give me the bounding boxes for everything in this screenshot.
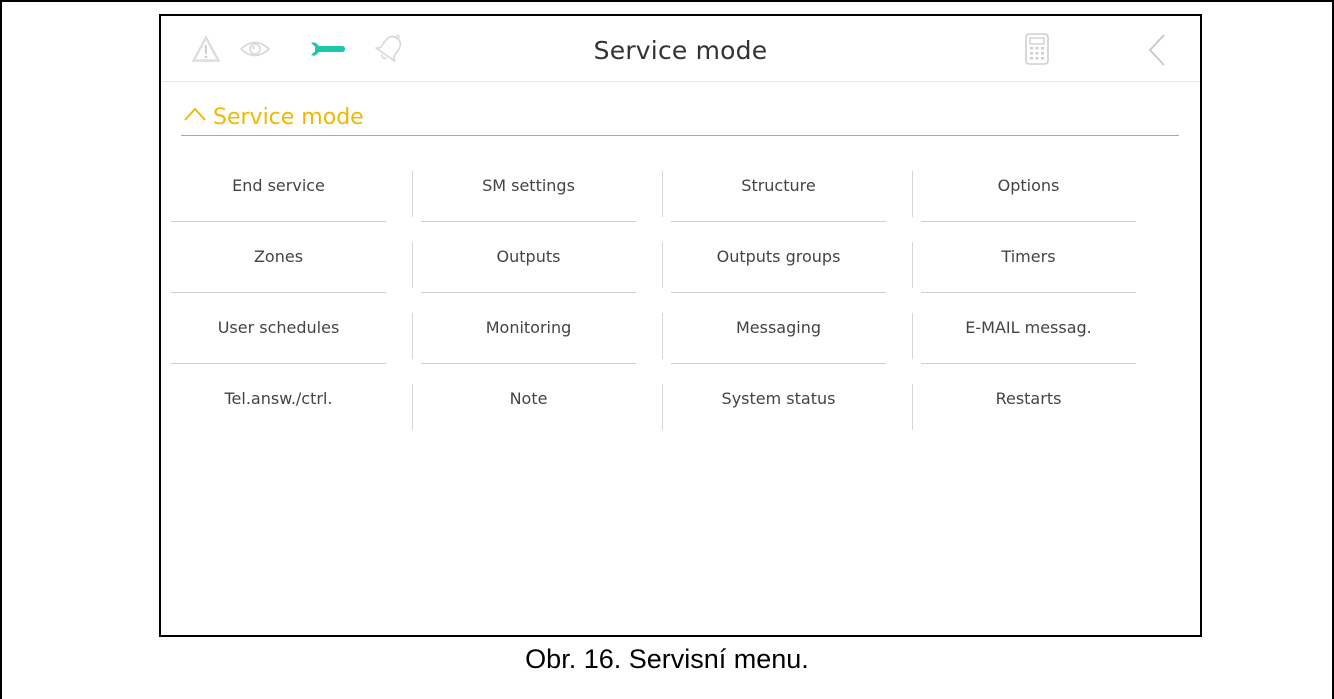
menu-item[interactable]: Options [921,150,1136,221]
chevron-up-icon [184,107,206,121]
menu-item[interactable]: Note [421,363,636,434]
column-divider [662,313,663,359]
menu-item-label: Messaging [735,318,822,337]
menu-item-label: End service [232,176,325,195]
top-bar: Service mode [161,16,1200,82]
menu-item[interactable]: Outputs [421,221,636,292]
column-divider [912,171,913,217]
menu-item-label: User schedules [217,318,340,337]
section-label: Service mode [213,105,364,130]
column-divider [412,313,413,359]
menu-item-label: System status [721,389,836,408]
menu-item-label: Options [997,176,1060,195]
column-divider [412,171,413,217]
keypad-screen: Service mode Service mode End service SM… [159,14,1202,637]
section-header[interactable]: Service mode [181,102,1179,136]
column-divider [912,242,913,288]
column-divider [662,384,663,430]
menu-item-label: Note [509,389,548,408]
menu-item[interactable]: E-MAIL messag. [921,292,1136,363]
menu-item-label: Outputs groups [716,247,841,266]
menu-item-label: Outputs [496,247,561,266]
column-divider [662,171,663,217]
menu-item-label: Monitoring [485,318,572,337]
menu-item[interactable]: Monitoring [421,292,636,363]
menu-item-label: Timers [1001,247,1056,266]
menu-item[interactable]: Zones [171,221,386,292]
column-divider [912,313,913,359]
menu-item[interactable]: Restarts [921,363,1136,434]
figure-caption: Obr. 16. Servisní menu. [525,644,809,674]
menu-item-label: Zones [253,247,304,266]
keypad-icon[interactable] [1025,33,1049,65]
menu-item-label: SM settings [482,176,575,195]
menu-item[interactable]: Timers [921,221,1136,292]
menu-item-label: Restarts [995,389,1062,408]
menu-item[interactable]: Tel.answ./ctrl. [171,363,386,434]
column-divider [662,242,663,288]
menu-item[interactable]: Outputs groups [671,221,886,292]
menu-item[interactable]: User schedules [171,292,386,363]
column-divider [412,384,413,430]
document-frame: Service mode Service mode End service SM… [0,0,1334,699]
menu-item[interactable]: SM settings [421,150,636,221]
menu-item[interactable]: End service [171,150,386,221]
menu-item-label: E-MAIL messag. [965,318,1092,337]
menu-item[interactable]: Structure [671,150,886,221]
column-divider [912,384,913,430]
menu-item[interactable]: System status [671,363,886,434]
menu-item[interactable]: Messaging [671,292,886,363]
back-icon[interactable] [1147,33,1167,67]
menu-item-label: Structure [741,176,816,195]
menu-item-label: Tel.answ./ctrl. [224,389,333,408]
column-divider [412,242,413,288]
